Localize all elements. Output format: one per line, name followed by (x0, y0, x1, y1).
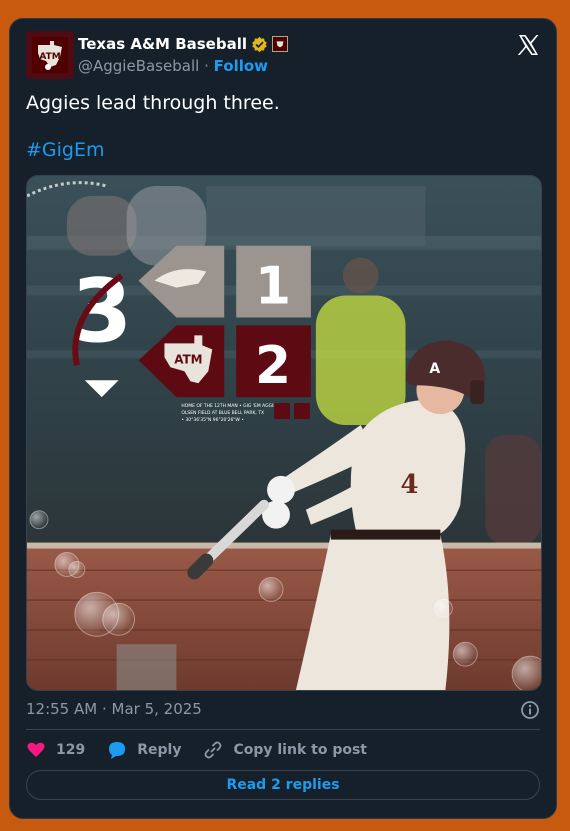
reply-button[interactable]: Reply (107, 740, 181, 760)
link-icon (205, 741, 222, 759)
post-image[interactable]: 3 1 ATM 2 HOME OF THE 12TH MAN • GIG 'EM… (26, 175, 542, 691)
jersey-number: 4 (401, 470, 419, 500)
author-handle-row: @AggieBaseball · Follow (78, 57, 268, 75)
copy-link-button[interactable]: Copy link to post (203, 740, 367, 760)
author-name-row: Texas A&M Baseball (78, 35, 288, 53)
author-name[interactable]: Texas A&M Baseball (78, 35, 247, 53)
hashtag-link[interactable]: #GigEm (26, 139, 105, 161)
score-graphic: 3 1 ATM 2 HOME OF THE 12TH MAN • GIG 'EM… (27, 176, 541, 690)
fine-print-3: • 30°36'35"N 96°20'26"W • (181, 417, 243, 423)
read-replies-button[interactable]: Read 2 replies (26, 770, 540, 800)
svg-text:ATM: ATM (39, 52, 60, 62)
svg-text:ATM: ATM (174, 352, 202, 366)
copy-link-label: Copy link to post (233, 742, 367, 758)
avatar[interactable]: ATM (26, 31, 74, 79)
post-timestamp[interactable]: 12:55 AM · Mar 5, 2025 (26, 700, 202, 718)
divider (26, 729, 540, 730)
author-handle[interactable]: @AggieBaseball (78, 57, 199, 75)
heart-icon (27, 742, 45, 757)
atm-logo-icon: ATM (32, 37, 68, 73)
verified-badge-icon (252, 36, 267, 52)
svg-text:A: A (429, 361, 440, 377)
info-icon[interactable] (520, 700, 540, 720)
x-logo-icon[interactable] (516, 33, 540, 57)
like-count: 129 (56, 742, 86, 758)
fine-print-1: HOME OF THE 12TH MAN • GIG 'EM AGGIES (181, 403, 279, 409)
reply-label: Reply (137, 742, 182, 758)
fine-print-2: OLSEN FIELD AT BLUE BELL PARK, TX (181, 410, 264, 416)
inning-number: 3 (71, 260, 132, 362)
like-button[interactable]: 129 (26, 740, 85, 760)
home-score: 2 (255, 336, 291, 396)
post-header: ATM Texas A&M Baseball @AggieBaseball · … (26, 31, 540, 83)
follow-link[interactable]: Follow (214, 57, 268, 75)
action-bar: 129 Reply Copy link to post (26, 739, 389, 761)
post-text: Aggies lead through three. (26, 92, 280, 114)
opponent-score: 1 (255, 257, 291, 317)
handle-separator: · (204, 57, 209, 75)
embedded-post-card: ATM Texas A&M Baseball @AggieBaseball · … (9, 18, 557, 819)
affiliate-badge-icon (272, 36, 288, 52)
reply-bubble-icon (109, 742, 126, 759)
